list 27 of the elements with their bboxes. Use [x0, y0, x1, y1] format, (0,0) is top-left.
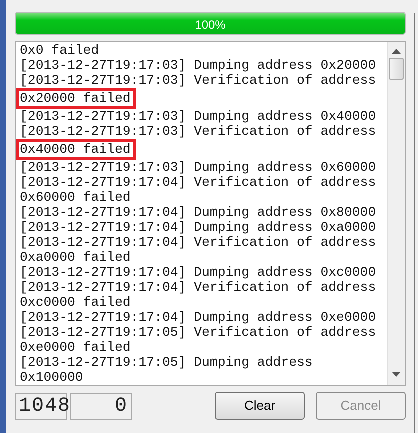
log-line: [2013-12-27T19:17:04] Dumping address 0xc0000 [20, 265, 376, 280]
log-line: [2013-12-27T19:17:04] Dumping address 0xe0000 [20, 310, 376, 325]
log-line: [2013-12-27T19:17:04] Verification of address [20, 280, 376, 295]
log-line: [2013-12-27T19:17:03] Verification of address [20, 73, 376, 88]
log-line: 0xa0000 failed [20, 250, 131, 265]
counter-display: 1048 [15, 392, 67, 420]
log-line: [2013-12-27T19:17:04] Dumping address 0xa0000 [20, 220, 376, 235]
scroll-up-icon[interactable] [392, 49, 401, 54]
log-line: [2013-12-27T19:17:04] Verification of address [20, 175, 376, 190]
log-line: [2013-12-27T19:17:03] Dumping address 0x40000 [20, 109, 376, 124]
log-line: [2013-12-27T19:17:03] Dumping address 0x20000 [20, 58, 376, 73]
log-line: 0xc0000 failed [20, 295, 131, 310]
log-line: 0x60000 failed [20, 190, 131, 205]
progress-label: 100% [194, 17, 227, 34]
log-line: [2013-12-27T19:17:04] Verification of address [20, 235, 376, 250]
clear-button[interactable]: Clear [215, 392, 305, 420]
log-line: 0x100000 [20, 370, 84, 385]
log-line: [2013-12-27T19:17:04] Dumping address 0x80000 [20, 205, 376, 220]
log-line: 0x0 failed [20, 43, 100, 58]
scroll-down-icon[interactable] [392, 372, 401, 377]
scroll-thumb[interactable] [389, 58, 404, 80]
log-line: [2013-12-27T19:17:03] Dumping address 0x60000 [20, 160, 376, 175]
log-line: [2013-12-27T19:17:05] Verification of address [20, 325, 376, 340]
log-line: 0xe0000 failed [20, 340, 131, 355]
log-line: [2013-12-27T19:17:03] Verification of address [20, 124, 376, 139]
log-line: [2013-12-27T19:17:05] Dumping address [20, 355, 313, 370]
counter-display: 0 [70, 392, 132, 420]
